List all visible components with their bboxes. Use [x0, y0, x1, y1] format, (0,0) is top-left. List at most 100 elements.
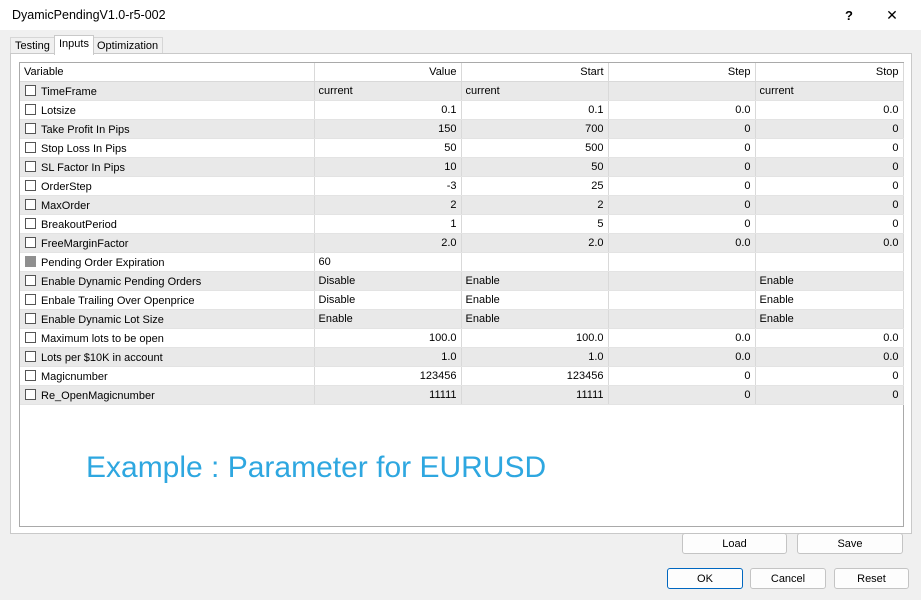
start-cell[interactable] [461, 252, 609, 272]
stop-cell[interactable]: 0 [755, 138, 904, 158]
table-row[interactable]: Lotsize 0.1 0.1 0.0 0.0 [20, 100, 904, 120]
optimize-checkbox[interactable] [25, 179, 36, 191]
start-cell[interactable]: 500 [461, 138, 609, 158]
step-cell[interactable]: 0 [608, 176, 756, 196]
value-cell[interactable]: 150 [314, 119, 462, 139]
value-cell[interactable]: 2 [314, 195, 462, 215]
start-cell[interactable]: 1.0 [461, 347, 609, 367]
step-cell[interactable]: 0 [608, 157, 756, 177]
value-cell[interactable]: 100.0 [314, 328, 462, 348]
table-row[interactable]: MaxOrder 2 2 0 0 [20, 195, 904, 215]
start-cell[interactable]: 50 [461, 157, 609, 177]
close-button[interactable]: ✕ [869, 0, 915, 30]
column-header-stop[interactable]: Stop [755, 63, 904, 82]
help-button[interactable]: ? [826, 0, 872, 30]
stop-cell[interactable]: 0.0 [755, 328, 904, 348]
step-cell[interactable]: 0.0 [608, 328, 756, 348]
reset-button[interactable]: Reset [834, 568, 909, 589]
start-cell[interactable]: 100.0 [461, 328, 609, 348]
optimize-checkbox[interactable] [25, 122, 36, 134]
tab-inputs[interactable]: Inputs [54, 35, 94, 55]
step-cell[interactable] [608, 271, 756, 291]
table-row[interactable]: Enable Dynamic Pending Orders Disable Enab… [20, 271, 904, 291]
value-cell[interactable]: -3 [314, 176, 462, 196]
value-cell[interactable]: 50 [314, 138, 462, 158]
column-header-step[interactable]: Step [608, 63, 756, 82]
step-cell[interactable]: 0 [608, 385, 756, 405]
optimize-checkbox[interactable] [25, 388, 36, 400]
step-cell[interactable]: 0.0 [608, 100, 756, 120]
value-cell[interactable]: 10 [314, 157, 462, 177]
tab-optimization[interactable]: Optimization [92, 37, 164, 54]
table-row[interactable]: Enbale Trailing Over Openprice Disable Ena… [20, 290, 904, 310]
table-row[interactable]: Stop Loss In Pips 50 500 0 0 [20, 138, 904, 158]
table-row[interactable]: Take Profit In Pips 150 700 0 0 [20, 119, 904, 139]
table-row[interactable]: Enable Dynamic Lot Size Enable Enable Enabl… [20, 309, 904, 329]
stop-cell[interactable]: 0 [755, 366, 904, 386]
start-cell[interactable]: Enable [461, 290, 609, 310]
stop-cell[interactable]: 0.0 [755, 233, 904, 253]
step-cell[interactable] [608, 81, 756, 101]
start-cell[interactable]: Enable [461, 271, 609, 291]
start-cell[interactable]: 0.1 [461, 100, 609, 120]
value-cell[interactable]: 1 [314, 214, 462, 234]
step-cell[interactable]: 0 [608, 366, 756, 386]
table-row[interactable]: Magicnumber 123456 123456 0 0 [20, 366, 904, 386]
step-cell[interactable]: 0 [608, 195, 756, 215]
value-cell[interactable]: Disable [314, 290, 462, 310]
value-cell[interactable]: Enable [314, 309, 462, 329]
value-cell[interactable]: 123456 [314, 366, 462, 386]
step-cell[interactable] [608, 252, 756, 272]
step-cell[interactable] [608, 290, 756, 310]
column-header-value[interactable]: Value [314, 63, 462, 82]
optimize-checkbox[interactable] [25, 274, 36, 286]
start-cell[interactable]: 2 [461, 195, 609, 215]
start-cell[interactable]: 11111 [461, 385, 609, 405]
stop-cell[interactable]: 0 [755, 176, 904, 196]
optimize-checkbox[interactable] [25, 312, 36, 324]
table-row[interactable]: Re_OpenMagicnumber 11111 11111 0 0 [20, 385, 904, 405]
save-button[interactable]: Save [797, 533, 903, 554]
start-cell[interactable]: 2.0 [461, 233, 609, 253]
stop-cell[interactable]: 0 [755, 385, 904, 405]
optimize-checkbox[interactable] [25, 103, 36, 115]
start-cell[interactable]: current [461, 81, 609, 101]
step-cell[interactable] [608, 309, 756, 329]
stop-cell[interactable] [755, 252, 904, 272]
table-row[interactable]: TimeFrame current current current [20, 81, 904, 101]
value-cell[interactable]: 11111 [314, 385, 462, 405]
start-cell[interactable]: 700 [461, 119, 609, 139]
start-cell[interactable]: 25 [461, 176, 609, 196]
step-cell[interactable]: 0.0 [608, 347, 756, 367]
stop-cell[interactable]: 0.0 [755, 347, 904, 367]
table-row[interactable]: Maximum lots to be open 100.0 100.0 0.0 0.0 [20, 328, 904, 348]
table-row[interactable]: Lots per $10K in account 1.0 1.0 0.0 0.0 [20, 347, 904, 367]
stop-cell[interactable]: 0 [755, 195, 904, 215]
value-cell[interactable]: 60 [314, 252, 462, 272]
optimize-checkbox[interactable] [25, 369, 36, 381]
start-cell[interactable]: 123456 [461, 366, 609, 386]
start-cell[interactable]: Enable [461, 309, 609, 329]
value-cell[interactable]: 1.0 [314, 347, 462, 367]
optimize-checkbox[interactable] [25, 350, 36, 362]
optimize-checkbox[interactable] [25, 198, 36, 210]
start-cell[interactable]: 5 [461, 214, 609, 234]
optimize-checkbox[interactable] [25, 293, 36, 305]
stop-cell[interactable]: Enable [755, 290, 904, 310]
load-button[interactable]: Load [682, 533, 787, 554]
optimize-checkbox[interactable] [25, 217, 36, 229]
step-cell[interactable]: 0 [608, 214, 756, 234]
table-row[interactable]: BreakoutPeriod 1 5 0 0 [20, 214, 904, 234]
stop-cell[interactable]: Enable [755, 271, 904, 291]
optimize-checkbox[interactable] [25, 84, 36, 96]
table-row[interactable]: SL Factor In Pips 10 50 0 0 [20, 157, 904, 177]
optimize-checkbox[interactable] [25, 331, 36, 343]
stop-cell[interactable]: 0.0 [755, 100, 904, 120]
table-row[interactable]: FreeMarginFactor 2.0 2.0 0.0 0.0 [20, 233, 904, 253]
table-row[interactable]: Pending Order Expiration 60 [20, 252, 904, 272]
table-row[interactable]: OrderStep -3 25 0 0 [20, 176, 904, 196]
column-header-variable[interactable]: Variable [20, 63, 315, 82]
stop-cell[interactable]: 0 [755, 214, 904, 234]
column-header-start[interactable]: Start [461, 63, 609, 82]
value-cell[interactable]: current [314, 81, 462, 101]
